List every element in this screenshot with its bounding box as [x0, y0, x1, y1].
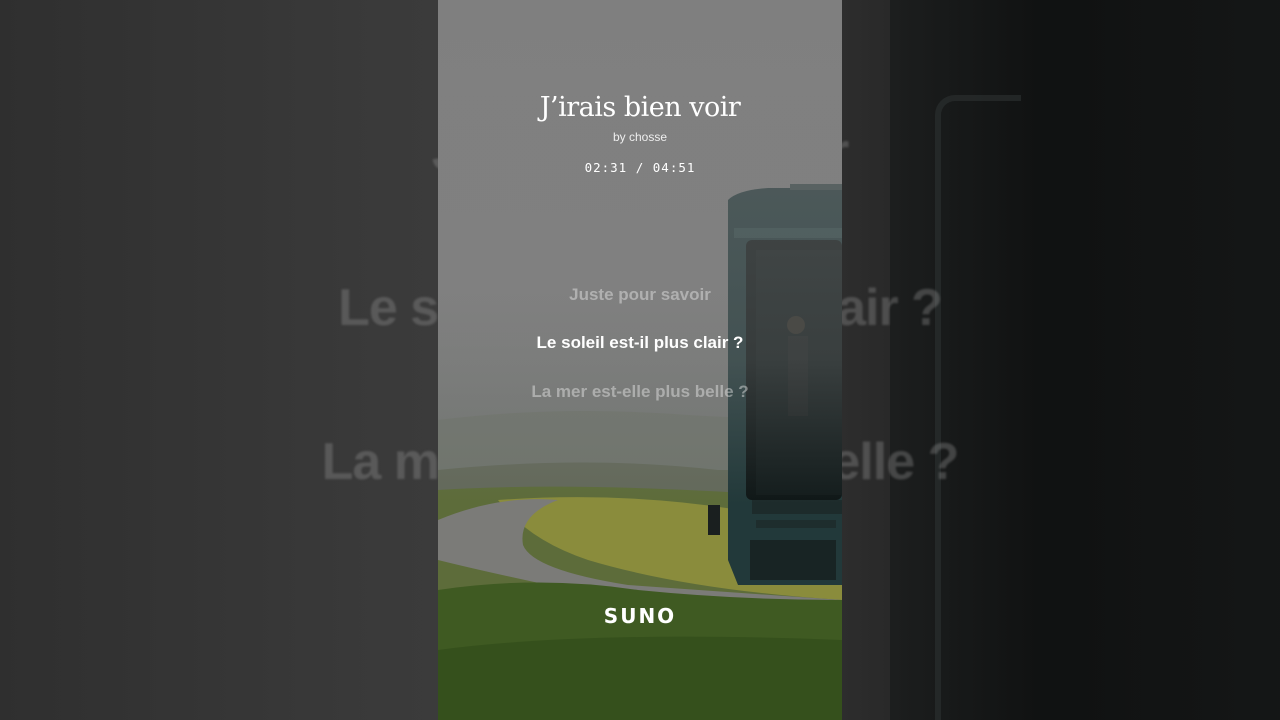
song-title: J’irais bien voir [539, 92, 741, 123]
background-train-door [935, 95, 1021, 720]
current-lyric-line: Le soleil est-il plus clair ? [536, 333, 744, 352]
next-lyric-line: La mer est-elle plus belle ? [531, 382, 749, 401]
previous-lyric-line: Juste pour savoir [569, 285, 711, 304]
suno-logo: SUNO [603, 604, 677, 628]
artist-byline: by chosse [612, 130, 668, 144]
lyric-video-panel: J’irais bien voir by chosse 02:31 / 04:5… [438, 0, 842, 720]
playback-time: 02:31 / 04:51 [584, 160, 696, 175]
